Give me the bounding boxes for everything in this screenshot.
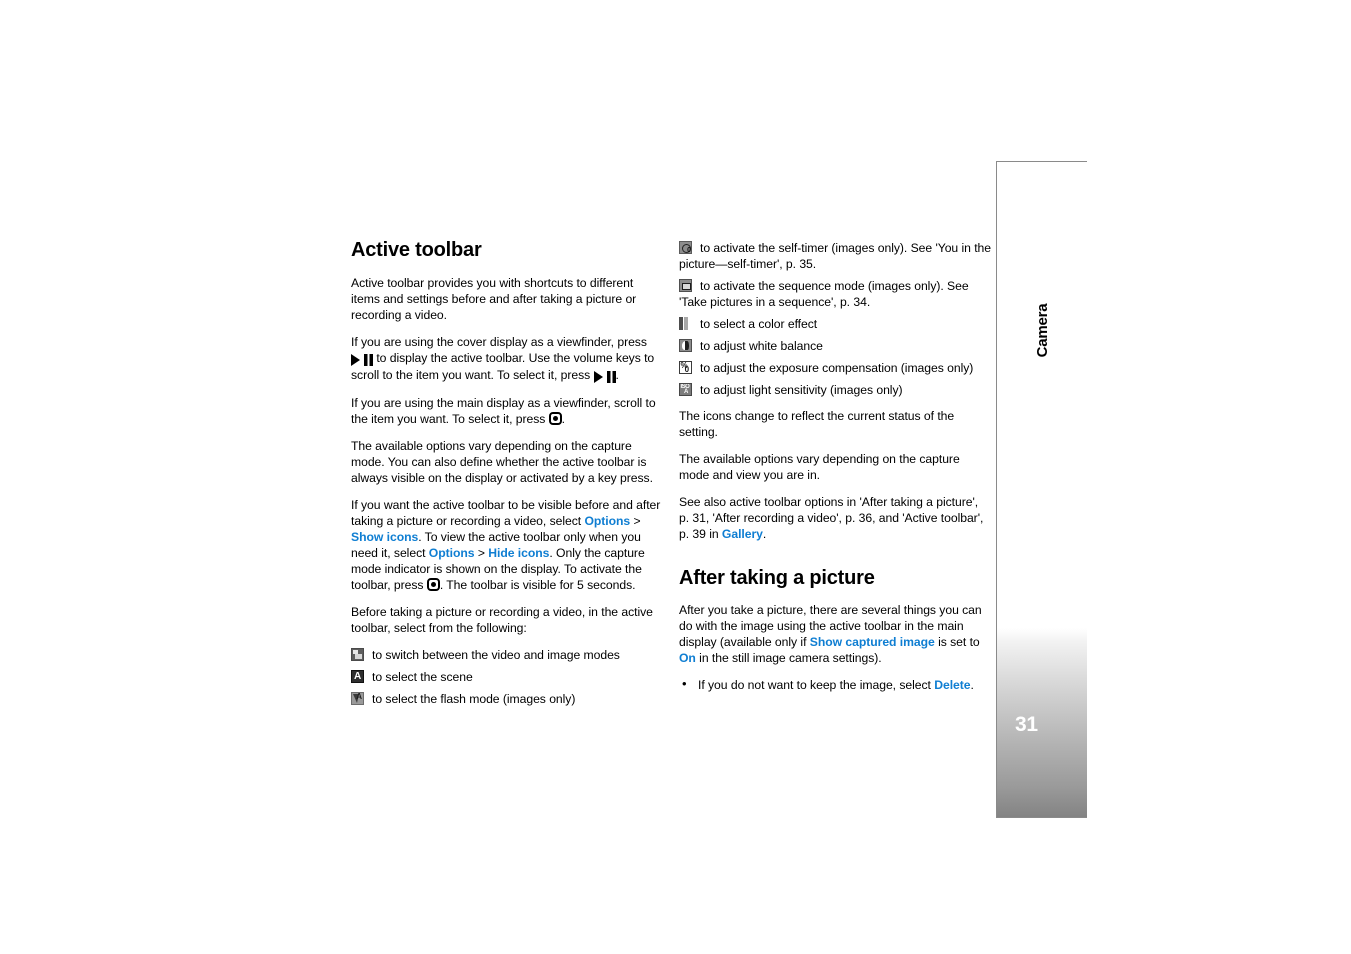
text-fragment: If you are using the cover display as a …: [351, 335, 647, 349]
link-options[interactable]: Options: [584, 514, 630, 528]
list-item: Ato select the flash mode (images only): [351, 691, 663, 707]
text-fragment: >: [474, 546, 489, 560]
list-item: to activate the sequence mode (images on…: [679, 278, 991, 310]
text-fragment: >: [630, 514, 641, 528]
list-item-label: to switch between the video and image mo…: [372, 648, 620, 662]
page-title: Active toolbar: [351, 239, 482, 261]
paragraph-see-also: See also active toolbar options in 'Afte…: [679, 494, 991, 542]
exposure-compensation-icon: % 0: [679, 361, 692, 374]
white-balance-icon: [679, 339, 692, 352]
text-fragment: .: [762, 527, 767, 541]
scroll-key-icon: [548, 412, 562, 425]
list-item: to switch between the video and image mo…: [351, 647, 663, 663]
link-show-captured-image[interactable]: Show captured image: [810, 635, 935, 649]
link-delete[interactable]: Delete: [934, 678, 970, 692]
list-item: ISO A to adjust light sensitivity (images …: [679, 382, 991, 398]
list-item-label: to select a color effect: [700, 317, 818, 331]
list-item: Ato select the scene: [351, 669, 663, 685]
color-effect-icon: [679, 317, 692, 330]
link-hide-icons[interactable]: Hide icons: [488, 546, 549, 560]
self-timer-icon: 0: [679, 241, 692, 254]
paragraph-icons-change: The icons change to reflect the current …: [679, 409, 955, 439]
left-column: Active toolbar Active toolbar provides y…: [351, 240, 663, 713]
text-fragment: If you do not want to keep the image, se…: [698, 678, 935, 692]
list-item-label: to adjust light sensitivity (images only…: [700, 383, 903, 397]
text-fragment: If you are using the main display as a v…: [351, 396, 656, 426]
paragraph-options-vary: The available options vary depending on …: [351, 439, 653, 485]
list-item-label: to activate the sequence mode (images on…: [679, 279, 969, 309]
paragraph-after-taking: After you take a picture, there are seve…: [679, 602, 991, 666]
list-item-label: to activate the self-timer (images only)…: [679, 241, 991, 271]
chapter-tab-label: Camera: [1034, 303, 1051, 358]
video-image-mode-icon: [351, 648, 364, 661]
paragraph-options-vary: The available options vary depending on …: [679, 452, 960, 482]
sequence-mode-icon: [679, 279, 692, 292]
section-heading-after-taking-a-picture: After taking a picture: [679, 567, 875, 589]
text-fragment: .: [561, 412, 566, 426]
text-fragment: in the still image camera settings).: [695, 651, 882, 665]
page-number: 31: [1015, 713, 1038, 736]
play-pause-icon: [351, 351, 373, 367]
paragraph-cover-display: If you are using the cover display as a …: [351, 334, 663, 384]
list-item-label: to adjust the exposure compensation (ima…: [700, 361, 974, 375]
list-item: to adjust white balance: [679, 338, 991, 354]
list-item: If you do not want to keep the image, se…: [679, 676, 991, 693]
paragraph-main-display: If you are using the main display as a v…: [351, 395, 663, 427]
paragraph-before-taking: Before taking a picture or recording a v…: [351, 605, 653, 635]
right-column: 0 to activate the self-timer (images only…: [679, 240, 991, 697]
manual-page: Active toolbar Active toolbar provides y…: [0, 0, 1351, 954]
light-sensitivity-icon: ISO A: [679, 383, 692, 396]
flash-mode-icon: A: [351, 692, 364, 705]
link-on[interactable]: On: [679, 651, 696, 665]
list-item-label: to adjust white balance: [700, 339, 823, 353]
link-show-icons[interactable]: Show icons: [351, 530, 418, 544]
list-item: 0 to activate the self-timer (images only…: [679, 240, 991, 272]
list-item: to select a color effect: [679, 316, 991, 332]
scroll-key-icon: [426, 578, 440, 591]
play-pause-icon: [593, 368, 616, 384]
paragraph-show-hide-icons: If you want the active toolbar to be vis…: [351, 497, 663, 593]
bullet-list: If you do not want to keep the image, se…: [679, 676, 991, 693]
scene-mode-icon: A: [351, 670, 364, 683]
list-item-label: to select the scene: [372, 670, 473, 684]
text-fragment: .: [970, 678, 974, 692]
chapter-side-tab: Camera 31: [996, 161, 1087, 818]
text-fragment: .: [615, 368, 619, 382]
list-item-label: to select the flash mode (images only): [372, 692, 576, 706]
link-gallery[interactable]: Gallery: [722, 527, 763, 541]
list-item: % 0 to adjust the exposure compensation (i…: [679, 360, 991, 376]
text-fragment: . The toolbar is visible for 5 seconds.: [439, 578, 636, 592]
text-fragment: is set to: [934, 635, 980, 649]
paragraph-intro: Active toolbar provides you with shortcu…: [351, 276, 637, 322]
link-options[interactable]: Options: [429, 546, 475, 560]
